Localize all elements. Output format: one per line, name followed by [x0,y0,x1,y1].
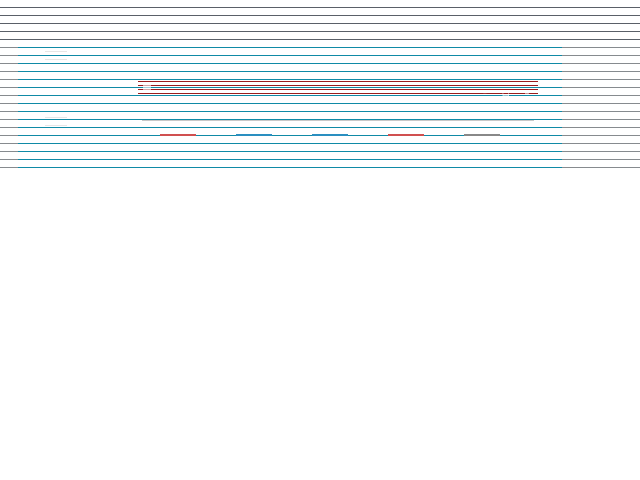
card-accent [388,134,424,136]
maximize-button[interactable]: □ [499,87,513,99]
card-3[interactable] [300,130,360,158]
taskbar [0,0,640,40]
card-2[interactable] [224,130,284,158]
card-4[interactable] [376,130,436,158]
folder-icon [45,44,67,66]
app-window: – □ × [138,74,538,170]
computer-icon [45,110,67,132]
divider [142,120,534,121]
window-titlebar[interactable]: – □ × [138,78,538,97]
card-1[interactable] [148,130,208,158]
screen: – □ × [0,0,640,480]
card-5[interactable] [452,130,512,158]
taskbar-title [240,26,320,34]
card-accent [160,134,196,136]
app-icon [143,82,151,90]
card-accent [312,134,348,136]
close-button[interactable]: × [520,87,534,99]
desktop-icon-2[interactable] [32,110,80,170]
desktop-icon-1[interactable] [32,44,80,104]
minimize-button[interactable]: – [478,87,492,99]
window-controls: – □ × [476,80,534,97]
card-accent [236,134,272,136]
card-row [148,130,528,158]
card-accent [464,134,500,136]
